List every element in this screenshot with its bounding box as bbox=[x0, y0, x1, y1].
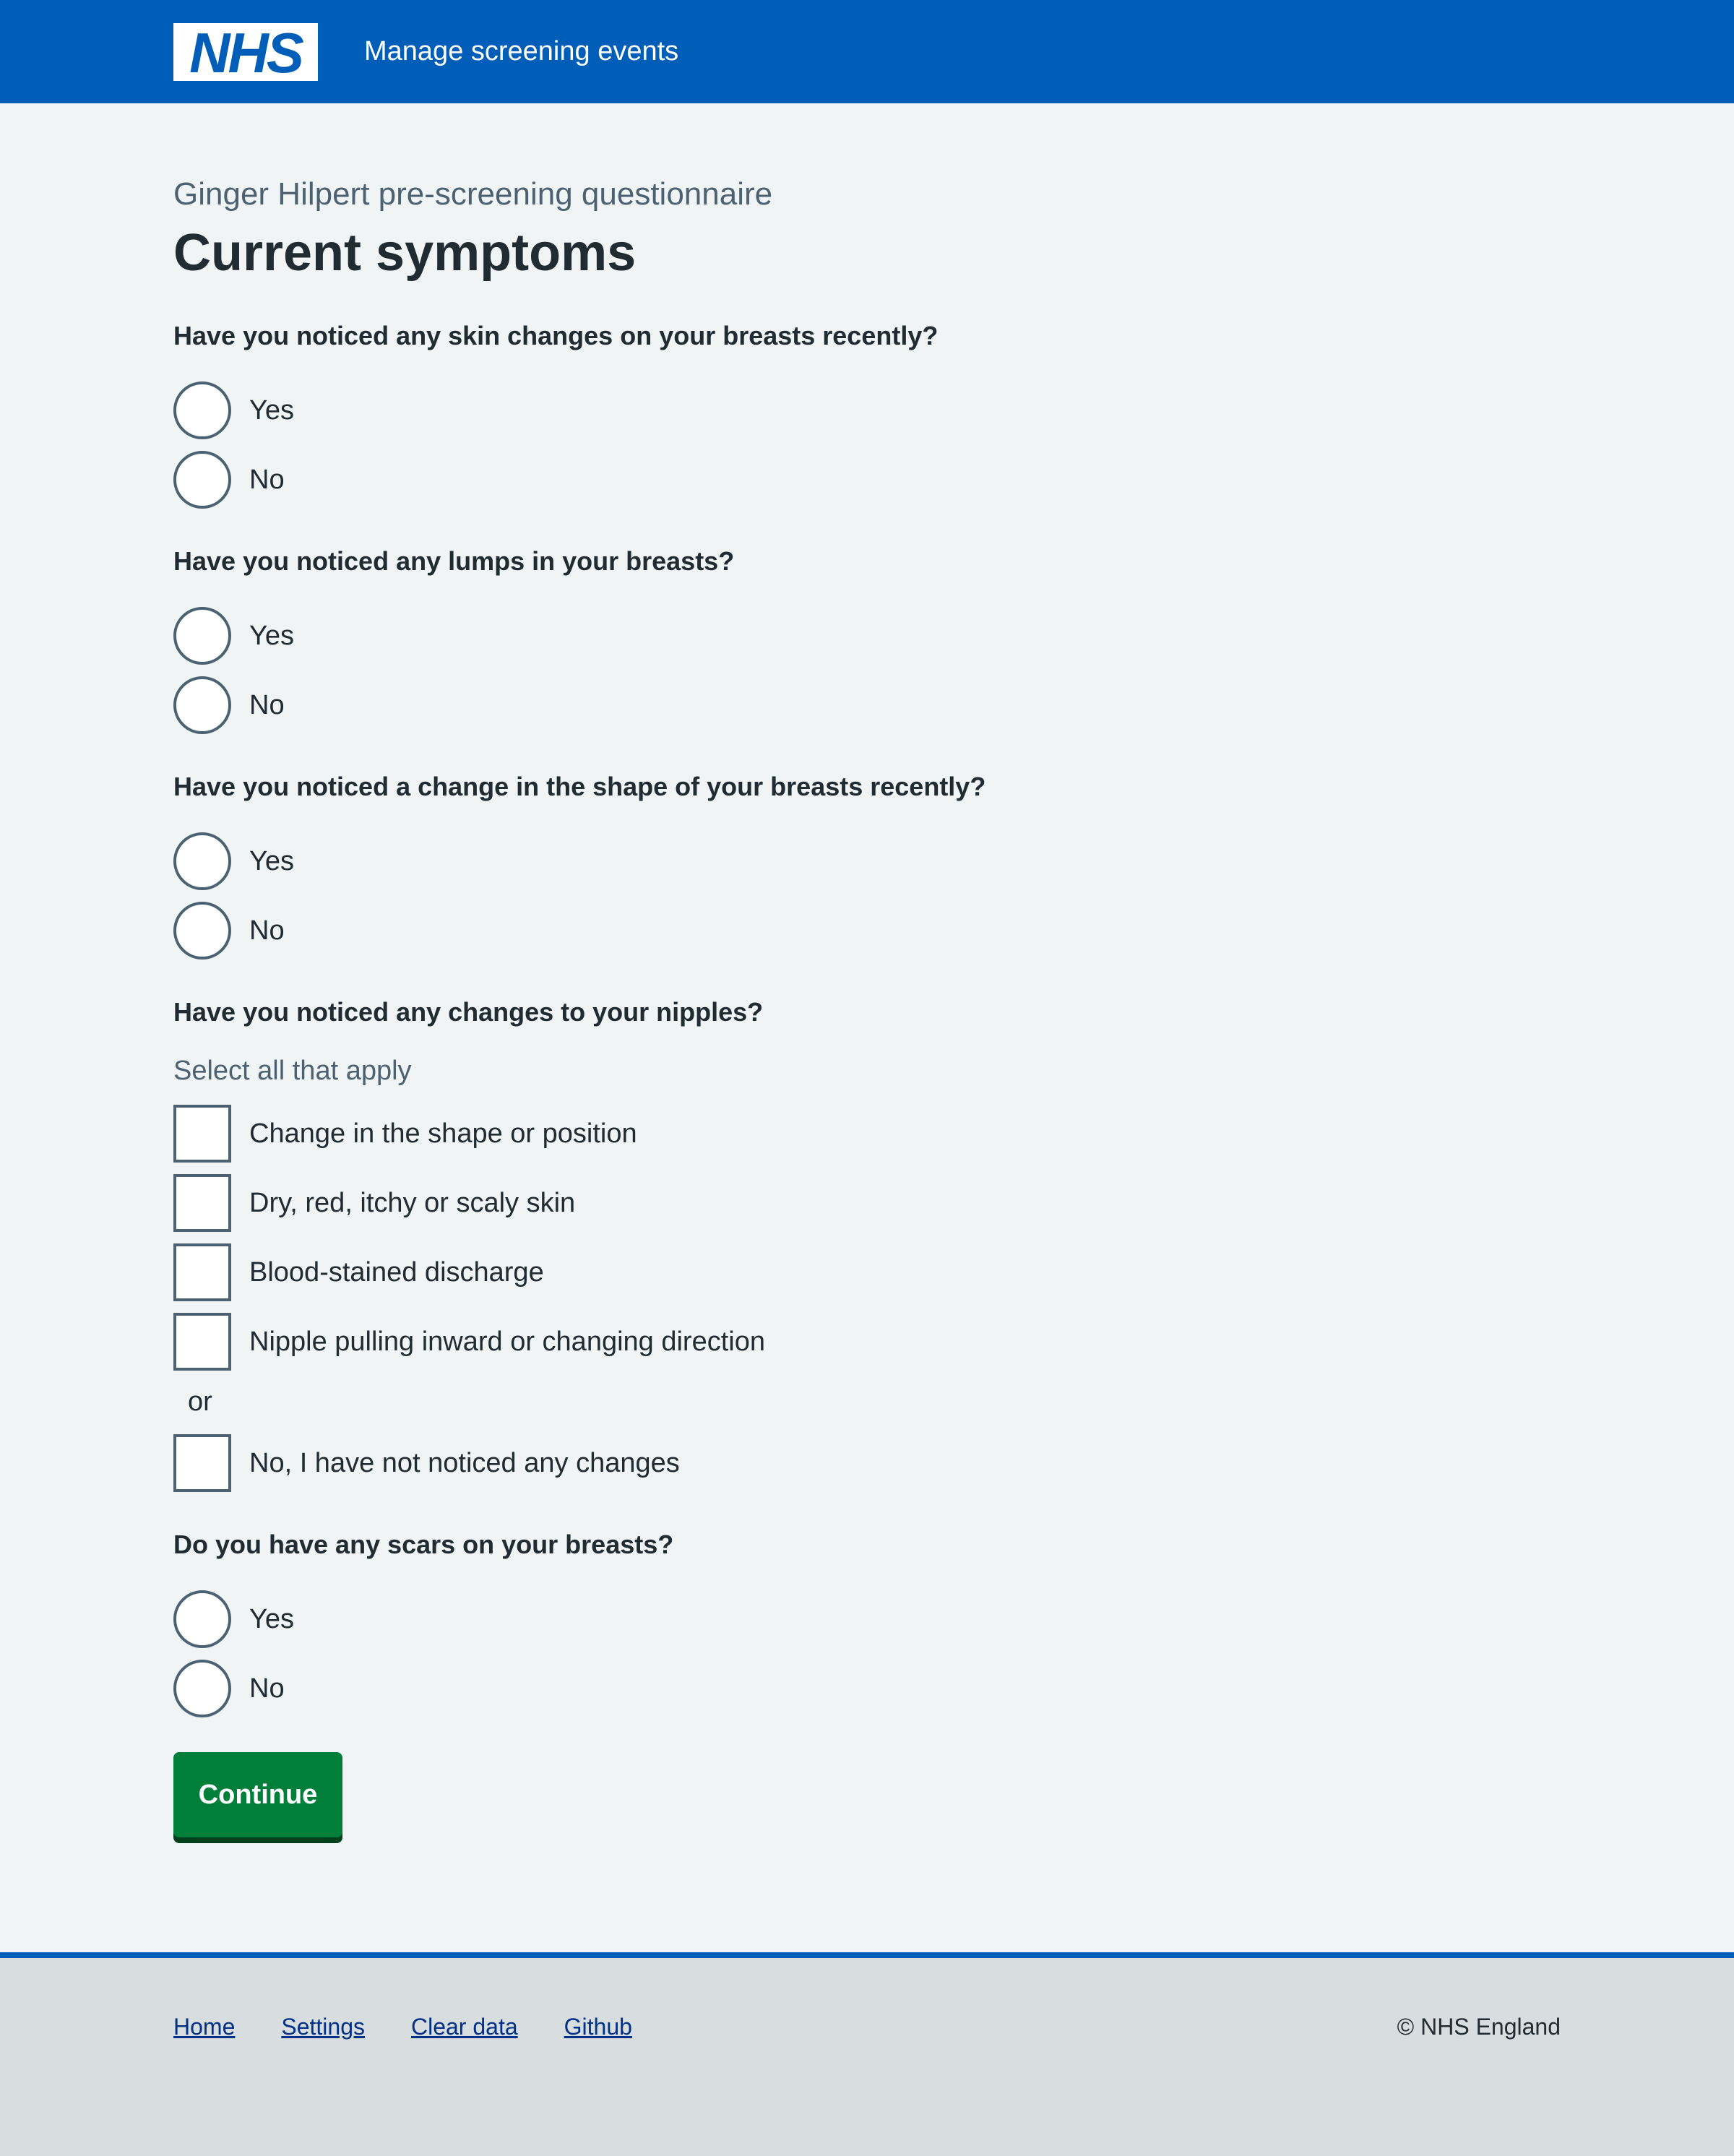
radio-button[interactable] bbox=[173, 1660, 231, 1717]
radio-lumps-yes[interactable]: Yes bbox=[173, 607, 1185, 665]
nhs-logo-text: NHS bbox=[189, 21, 304, 85]
checkbox-no-changes[interactable]: No, I have not noticed any changes bbox=[173, 1434, 1185, 1492]
page-caption: Ginger Hilpert pre-screening questionnai… bbox=[173, 176, 773, 212]
radio-button[interactable] bbox=[173, 607, 231, 665]
site-header: NHS Manage screening events bbox=[0, 0, 1734, 103]
checkbox-divider-or: or bbox=[188, 1387, 212, 1417]
checkbox-nipple-pulling-inward[interactable]: Nipple pulling inward or changing direct… bbox=[173, 1313, 1185, 1371]
checkbox[interactable] bbox=[173, 1174, 231, 1232]
radio-label: No bbox=[249, 690, 285, 720]
nhs-logo[interactable]: NHS bbox=[173, 23, 318, 81]
radio-skin-changes-no[interactable]: No bbox=[173, 451, 1185, 509]
checkbox-label: Nipple pulling inward or changing direct… bbox=[249, 1327, 765, 1357]
radio-button[interactable] bbox=[173, 1590, 231, 1648]
radio-label: Yes bbox=[249, 1604, 294, 1634]
site-footer: Home Settings Clear data Github © NHS En… bbox=[0, 1952, 1734, 2156]
footer-link-clear-data[interactable]: Clear data bbox=[411, 2009, 518, 2045]
footer-link-settings[interactable]: Settings bbox=[281, 2009, 365, 2045]
radio-button[interactable] bbox=[173, 676, 231, 734]
question-lumps: Have you noticed any lumps in your breas… bbox=[173, 546, 735, 576]
question-nipple-changes: Have you noticed any changes to your nip… bbox=[173, 997, 764, 1027]
footer-links: Home Settings Clear data Github bbox=[173, 2009, 678, 2045]
footer-link-home[interactable]: Home bbox=[173, 2009, 235, 2045]
checkbox[interactable] bbox=[173, 1105, 231, 1163]
radio-button[interactable] bbox=[173, 451, 231, 509]
radio-shape-change-no[interactable]: No bbox=[173, 902, 1185, 960]
service-name[interactable]: Manage screening events bbox=[364, 32, 678, 71]
radio-scars-no[interactable]: No bbox=[173, 1660, 1185, 1717]
hint-select-all: Select all that apply bbox=[173, 1056, 412, 1086]
continue-button[interactable]: Continue bbox=[173, 1752, 342, 1837]
radio-button[interactable] bbox=[173, 381, 231, 439]
checkbox-blood-stained-discharge[interactable]: Blood-stained discharge bbox=[173, 1243, 1185, 1301]
checkbox-dry-red-itchy-skin[interactable]: Dry, red, itchy or scaly skin bbox=[173, 1174, 1185, 1232]
radio-label: Yes bbox=[249, 621, 294, 651]
checkbox-label: Change in the shape or position bbox=[249, 1118, 637, 1149]
radio-label: No bbox=[249, 465, 285, 495]
question-scars: Do you have any scars on your breasts? bbox=[173, 1530, 674, 1559]
radio-shape-change-yes[interactable]: Yes bbox=[173, 832, 1185, 890]
question-skin-changes: Have you noticed any skin changes on you… bbox=[173, 321, 939, 350]
footer-link-github[interactable]: Github bbox=[564, 2009, 632, 2045]
checkbox-label: Dry, red, itchy or scaly skin bbox=[249, 1188, 576, 1218]
footer-copyright: © NHS England bbox=[1397, 2014, 1561, 2040]
radio-label: Yes bbox=[249, 395, 294, 426]
checkbox[interactable] bbox=[173, 1243, 231, 1301]
radio-button[interactable] bbox=[173, 832, 231, 890]
radio-label: Yes bbox=[249, 846, 294, 876]
page-title: Current symptoms bbox=[173, 224, 637, 282]
radio-label: No bbox=[249, 915, 285, 946]
radio-scars-yes[interactable]: Yes bbox=[173, 1590, 1185, 1648]
checkbox[interactable] bbox=[173, 1434, 231, 1492]
checkbox-label: No, I have not noticed any changes bbox=[249, 1448, 680, 1478]
radio-lumps-no[interactable]: No bbox=[173, 676, 1185, 734]
radio-skin-changes-yes[interactable]: Yes bbox=[173, 381, 1185, 439]
radio-label: No bbox=[249, 1673, 285, 1704]
checkbox[interactable] bbox=[173, 1313, 231, 1371]
checkbox-shape-or-position[interactable]: Change in the shape or position bbox=[173, 1105, 1185, 1163]
checkbox-label: Blood-stained discharge bbox=[249, 1257, 544, 1288]
question-shape-change: Have you noticed a change in the shape o… bbox=[173, 772, 986, 801]
radio-button[interactable] bbox=[173, 902, 231, 960]
